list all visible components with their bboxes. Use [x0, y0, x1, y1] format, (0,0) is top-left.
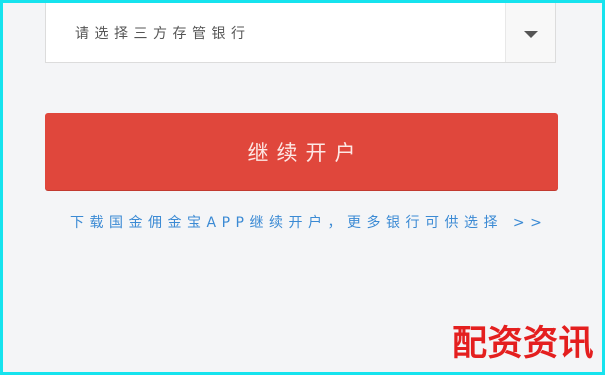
continue-account-label: 继续开户 — [247, 140, 364, 165]
select-arrow-area[interactable] — [505, 3, 555, 62]
bank-select[interactable]: 请选择三方存管银行 — [45, 3, 556, 63]
screenshot-frame: 请选择三方存管银行 继续开户 下载国金佣金宝APP继续开户，更多银行可供选择 >… — [0, 0, 605, 375]
bank-select-value: 请选择三方存管银行 — [75, 26, 251, 42]
download-app-link[interactable]: 下载国金佣金宝APP继续开户，更多银行可供选择 >> — [70, 214, 547, 232]
continue-account-button[interactable]: 继续开户 — [45, 113, 558, 190]
chevron-down-icon[interactable] — [523, 30, 538, 38]
watermark-text: 配资资讯 — [452, 324, 595, 364]
